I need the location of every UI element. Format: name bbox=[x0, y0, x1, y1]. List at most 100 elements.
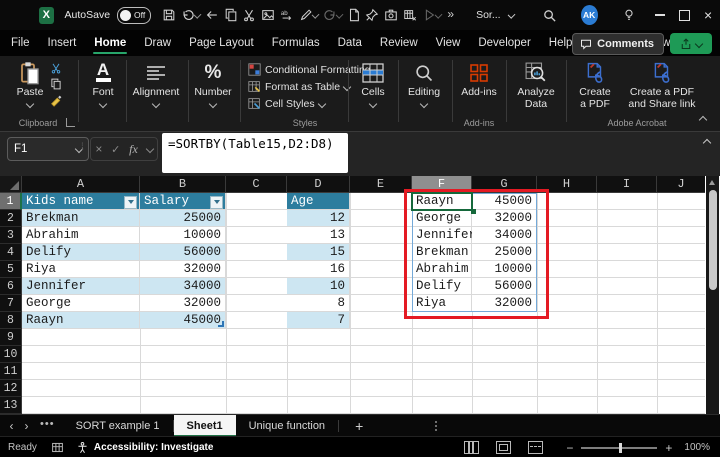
tab-data[interactable]: Data bbox=[329, 30, 371, 56]
cell-a7[interactable]: George bbox=[22, 295, 140, 312]
row-header-3[interactable]: 3 bbox=[0, 227, 22, 244]
cell-a3[interactable]: Abrahim bbox=[22, 227, 140, 244]
fx-dropdown-icon[interactable] bbox=[145, 145, 153, 153]
tab-formulas[interactable]: Formulas bbox=[263, 30, 329, 56]
tab-home[interactable]: Home bbox=[85, 30, 135, 56]
status-accessibility[interactable]: Accessibility: Investigate bbox=[94, 442, 214, 453]
page-break-view-button[interactable] bbox=[528, 441, 543, 454]
col-header-e[interactable]: E bbox=[350, 176, 412, 193]
cell-g3[interactable]: 34000 bbox=[472, 227, 537, 244]
col-header-d[interactable]: D bbox=[287, 176, 350, 193]
col-header-c[interactable]: C bbox=[226, 176, 287, 193]
zoom-slider[interactable] bbox=[581, 447, 657, 449]
cell-a5[interactable]: Riya bbox=[22, 261, 140, 278]
row-header-1[interactable]: 1 bbox=[0, 193, 22, 210]
col-header-f[interactable]: F bbox=[412, 176, 472, 193]
cell-f5[interactable]: Abrahim bbox=[412, 261, 472, 278]
cell-d5[interactable]: 16 bbox=[287, 261, 350, 278]
filter-dropdown-icon[interactable] bbox=[124, 196, 137, 209]
cell-d1[interactable]: Age bbox=[287, 193, 350, 210]
row-header-11[interactable]: 11 bbox=[0, 363, 22, 380]
macro-record-icon[interactable] bbox=[51, 441, 64, 454]
cell-a2[interactable]: Brekman bbox=[22, 210, 140, 227]
filter-dropdown-icon[interactable] bbox=[210, 196, 223, 209]
row-header-12[interactable]: 12 bbox=[0, 380, 22, 397]
page-layout-view-button[interactable] bbox=[496, 441, 511, 454]
tab-review[interactable]: Review bbox=[371, 30, 427, 56]
cell-d4[interactable]: 15 bbox=[287, 244, 350, 261]
cell-b4[interactable]: 56000 bbox=[140, 244, 226, 261]
sheet-list-icon[interactable]: ••• bbox=[40, 418, 55, 430]
cell-g1[interactable]: 45000 bbox=[472, 193, 537, 210]
editing-button[interactable]: Editing bbox=[400, 59, 448, 107]
col-header-a[interactable]: A bbox=[22, 176, 140, 193]
number-button[interactable]: % Number bbox=[190, 59, 236, 107]
row-header-7[interactable]: 7 bbox=[0, 295, 22, 312]
sheet-tab-unique-function[interactable]: Unique function bbox=[236, 415, 338, 437]
row-header-4[interactable]: 4 bbox=[0, 244, 22, 261]
format-as-table-button[interactable]: Format as Table bbox=[248, 80, 350, 93]
tab-file[interactable]: File bbox=[2, 30, 39, 56]
zoom-level[interactable]: 100% bbox=[684, 442, 710, 453]
cell-d3[interactable]: 13 bbox=[287, 227, 350, 244]
back-icon[interactable] bbox=[202, 4, 221, 26]
document-title[interactable]: Sor... bbox=[476, 9, 501, 21]
table-resize-handle[interactable] bbox=[218, 321, 224, 327]
cell-d7[interactable]: 8 bbox=[287, 295, 350, 312]
paste-button[interactable]: Paste bbox=[8, 59, 52, 107]
tab-view[interactable]: View bbox=[427, 30, 470, 56]
cut-button[interactable] bbox=[50, 62, 62, 74]
search-icon[interactable] bbox=[540, 4, 559, 26]
row-header-5[interactable]: 5 bbox=[0, 261, 22, 278]
tab-page-layout[interactable]: Page Layout bbox=[180, 30, 263, 56]
alignment-button[interactable]: Alignment bbox=[128, 59, 184, 107]
cell-b6[interactable]: 34000 bbox=[140, 278, 226, 295]
cell-b2[interactable]: 25000 bbox=[140, 210, 226, 227]
comments-button[interactable]: Comments bbox=[572, 33, 664, 55]
maximize-button[interactable] bbox=[672, 0, 696, 30]
minimize-button[interactable] bbox=[648, 0, 672, 30]
excel-logo-icon[interactable]: X bbox=[39, 7, 54, 24]
new-sheet-button[interactable]: + bbox=[355, 418, 363, 434]
new-document-icon[interactable] bbox=[344, 4, 363, 26]
row-header-8[interactable]: 8 bbox=[0, 312, 22, 329]
col-header-b[interactable]: B bbox=[140, 176, 226, 193]
cancel-formula-icon[interactable]: × bbox=[95, 142, 102, 156]
tab-insert[interactable]: Insert bbox=[39, 30, 86, 56]
clipboard-dialog-launcher-icon[interactable] bbox=[66, 118, 75, 127]
cell-f6[interactable]: Delify bbox=[412, 278, 472, 295]
row-header-13[interactable]: 13 bbox=[0, 397, 22, 414]
cell-g7[interactable]: 32000 bbox=[472, 295, 537, 312]
cell-f4[interactable]: Brekman bbox=[412, 244, 472, 261]
copy-button[interactable] bbox=[50, 78, 62, 90]
cell-g5[interactable]: 10000 bbox=[472, 261, 537, 278]
ideas-bulb-icon[interactable] bbox=[620, 4, 639, 26]
row-header-10[interactable]: 10 bbox=[0, 346, 22, 363]
cell-f2[interactable]: George bbox=[412, 210, 472, 227]
accessibility-icon[interactable] bbox=[76, 441, 89, 454]
cell-a1[interactable]: Kids name bbox=[22, 193, 140, 210]
avatar[interactable]: AK bbox=[581, 5, 598, 25]
vertical-scroll-thumb[interactable] bbox=[709, 190, 717, 290]
cell-b3[interactable]: 10000 bbox=[140, 227, 226, 244]
camera-icon[interactable] bbox=[382, 4, 401, 26]
cell-g2[interactable]: 32000 bbox=[472, 210, 537, 227]
pin-icon[interactable] bbox=[363, 4, 382, 26]
col-header-h[interactable]: H bbox=[537, 176, 597, 193]
row-header-9[interactable]: 9 bbox=[0, 329, 22, 346]
col-header-i[interactable]: I bbox=[597, 176, 657, 193]
picture-icon[interactable] bbox=[259, 4, 278, 26]
scroll-up-icon[interactable] bbox=[709, 180, 715, 185]
cell-g4[interactable]: 25000 bbox=[472, 244, 537, 261]
cell-f1[interactable]: Raayn bbox=[412, 193, 472, 210]
save-icon[interactable] bbox=[160, 4, 179, 26]
cell-styles-button[interactable]: Cell Styles bbox=[248, 97, 325, 110]
sheet-tab-sheet1[interactable]: Sheet1 bbox=[174, 415, 236, 437]
insert-function-icon[interactable]: fx bbox=[129, 142, 138, 157]
add-ins-button[interactable]: Add-ins bbox=[456, 59, 502, 98]
tab-developer[interactable]: Developer bbox=[469, 30, 539, 56]
zoom-slider-thumb[interactable] bbox=[619, 443, 622, 453]
tab-scrollbar-splitter[interactable] bbox=[435, 421, 437, 431]
col-header-g[interactable]: G bbox=[472, 176, 537, 193]
row-header-2[interactable]: 2 bbox=[0, 210, 22, 227]
